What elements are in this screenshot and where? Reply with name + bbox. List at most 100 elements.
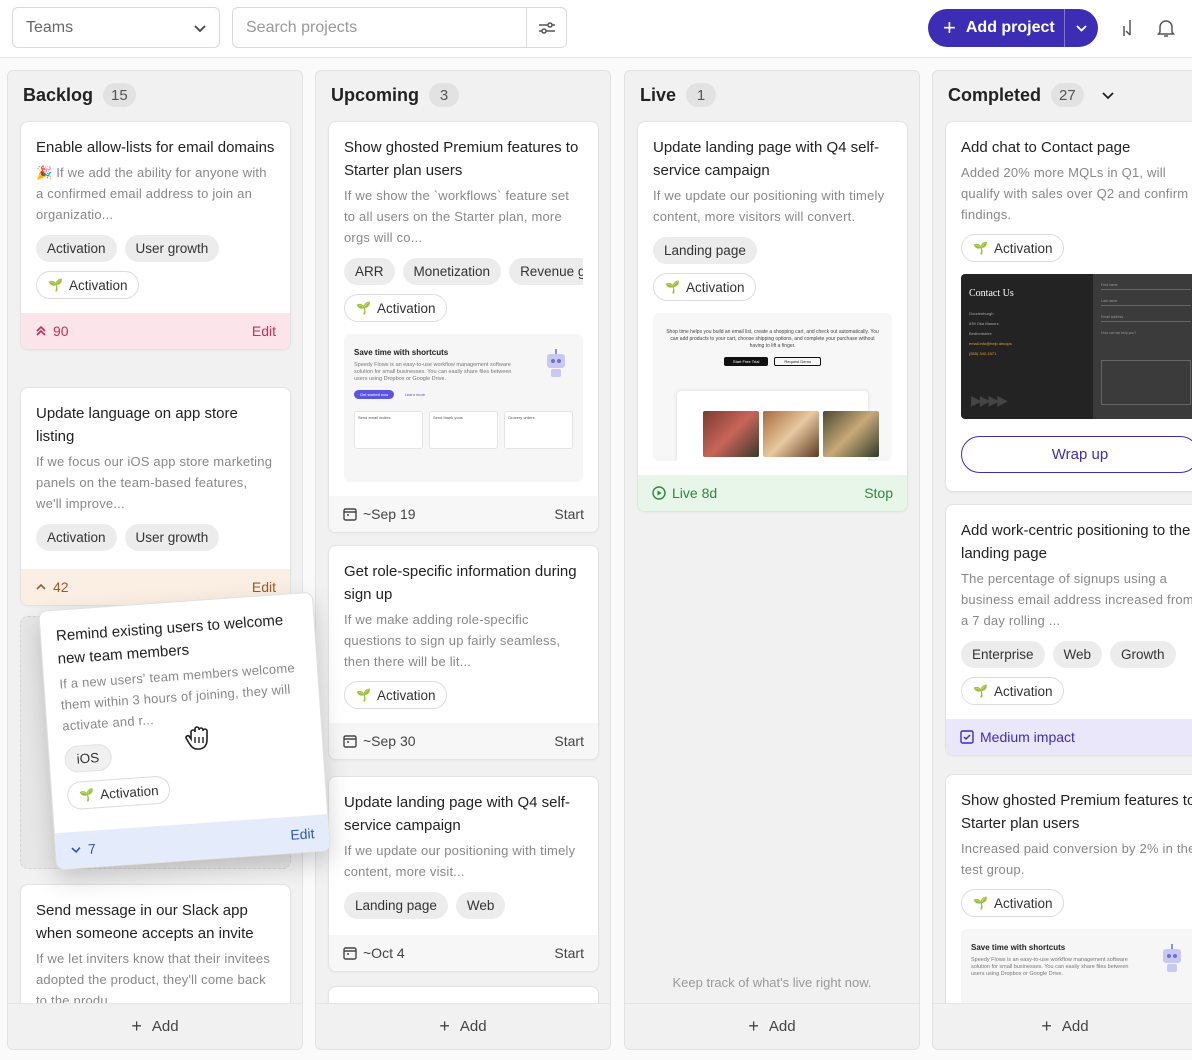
tag[interactable]: Growth xyxy=(1110,641,1176,668)
goal-tag[interactable]: 🌱 Activation xyxy=(36,271,140,299)
contact-lines: Goodenburgh 539 Oka Manors Bedfordshire … xyxy=(969,309,1014,359)
priority: 7 xyxy=(69,840,96,858)
tag[interactable]: Web xyxy=(455,892,506,919)
date-label: ~Oct 4 xyxy=(363,945,405,961)
contact-form: First name Last name Email address How c… xyxy=(1093,274,1192,419)
column-backlog: Backlog 15 Enable allow-lists for email … xyxy=(7,70,303,1050)
grab-cursor-icon xyxy=(182,720,216,754)
priority: 42 xyxy=(35,579,69,595)
add-project-menu-button[interactable] xyxy=(1064,9,1098,47)
wrap-up-button[interactable]: Wrap up xyxy=(961,436,1192,473)
add-card-label: Add xyxy=(459,1018,487,1035)
goal-tag[interactable]: 🌱 Activation xyxy=(344,681,448,709)
project-card[interactable]: Show ghosted Premium features to Starter… xyxy=(945,774,1192,1014)
add-project-label: Add project xyxy=(965,19,1055,36)
edit-link[interactable]: Edit xyxy=(252,323,276,339)
add-project-button[interactable]: + Add project xyxy=(928,9,1098,47)
column-count: 27 xyxy=(1051,83,1084,107)
add-card-label: Add xyxy=(1061,1018,1089,1035)
card-description: 🎉 If we add the ability for anyone with … xyxy=(36,165,267,222)
tag-list: Activation User growth xyxy=(36,524,275,551)
contact-thumbnail: Contact Us Goodenburgh 539 Oka Manors Be… xyxy=(961,274,1192,419)
add-card-button[interactable]: + Add xyxy=(316,1003,610,1049)
teams-select[interactable]: Teams xyxy=(12,7,220,48)
thumb-box: Send thank yous xyxy=(429,411,498,449)
tag[interactable]: Web xyxy=(1052,641,1103,668)
tag[interactable]: Enterprise xyxy=(961,641,1045,668)
goal-tag[interactable]: 🌱 Activation xyxy=(961,889,1065,917)
thumb-cta: Get started now xyxy=(354,390,395,399)
chevron-down-icon[interactable] xyxy=(1102,87,1114,103)
card-footer: Live 8d Stop xyxy=(638,475,907,511)
sprout-icon: 🌱 xyxy=(78,787,95,803)
goal-tag[interactable]: 🌱 Activation xyxy=(961,234,1065,262)
form-label: First name xyxy=(1101,283,1118,287)
add-card-button[interactable]: + Add xyxy=(625,1003,919,1049)
form-label: Email address xyxy=(1101,315,1124,319)
bell-icon[interactable] xyxy=(1152,14,1180,42)
form-field xyxy=(1101,305,1191,306)
filter-button[interactable] xyxy=(526,8,566,47)
goal-tag[interactable]: 🌱 Activation xyxy=(653,273,757,301)
tag[interactable]: ARR xyxy=(344,258,395,285)
goal-label: Activation xyxy=(993,683,1053,699)
double-chevron-up-icon xyxy=(36,325,46,336)
project-card[interactable]: Enable allow-lists for email domains 🎉 I… xyxy=(20,121,291,350)
stop-link[interactable]: Stop xyxy=(864,485,893,501)
search-box xyxy=(232,7,567,48)
tag[interactable]: User growth xyxy=(124,235,220,262)
contact-line: Bedfordshire xyxy=(969,331,992,336)
card-description: If we focus our iOS app store marketing … xyxy=(36,454,273,511)
shortcuts-thumbnail: Save time with shortcuts Speedy Flows is… xyxy=(961,929,1192,1009)
column-title: Live xyxy=(640,84,677,105)
form-label: Last name xyxy=(1101,299,1118,303)
food-photo xyxy=(763,411,819,457)
edit-link[interactable]: Edit xyxy=(252,579,276,595)
add-project-main[interactable]: + Add project xyxy=(928,9,1064,47)
project-card[interactable]: Update language on app store listing If … xyxy=(20,387,291,606)
goal-tag[interactable]: 🌱 Activation xyxy=(66,775,172,811)
teams-select-value: Teams xyxy=(26,18,74,36)
goal-tag[interactable]: 🌱 Activation xyxy=(961,677,1065,705)
project-card[interactable]: Get role-specific information during sig… xyxy=(328,545,599,760)
start-link[interactable]: Start xyxy=(554,945,584,961)
tag[interactable]: iOS xyxy=(63,743,113,774)
tag-list: ARR Monetization Revenue growth xyxy=(344,258,583,285)
start-link[interactable]: Start xyxy=(554,506,584,522)
priority-score: 42 xyxy=(53,579,69,595)
project-card[interactable]: Add work-centric positioning to the land… xyxy=(945,504,1192,756)
shortcuts-thumbnail: Save time with shortcuts Speedy Flows is… xyxy=(344,334,583,482)
card-description: If we update our positioning with timely… xyxy=(653,188,885,224)
goal-tag[interactable]: 🌱 Activation xyxy=(344,294,448,322)
edit-link[interactable]: Edit xyxy=(290,825,315,843)
card-title: Update landing page with Q4 self-service… xyxy=(653,139,879,179)
sprout-icon: 🌱 xyxy=(973,241,988,255)
tag[interactable]: Landing page xyxy=(653,237,757,264)
project-card[interactable]: Update landing page with Q4 self-service… xyxy=(328,776,599,972)
column-header: Backlog 15 xyxy=(23,83,136,107)
add-card-button[interactable]: + Add xyxy=(933,1003,1192,1049)
tag[interactable]: User growth xyxy=(124,524,220,551)
add-card-button[interactable]: + Add xyxy=(8,1003,302,1049)
goal-label: Activation xyxy=(376,687,436,703)
project-card[interactable]: Update landing page with Q4 self-service… xyxy=(637,121,908,512)
tag[interactable]: Monetization xyxy=(402,258,502,285)
thumb-window xyxy=(677,391,879,461)
start-link[interactable]: Start xyxy=(554,733,584,749)
project-card[interactable]: Show ghosted Premium features to Starter… xyxy=(328,121,599,533)
search-input[interactable] xyxy=(233,8,526,47)
card-footer: ~Oct 4 Start xyxy=(329,935,598,971)
tag[interactable]: Landing page xyxy=(344,892,448,919)
sort-icon[interactable] xyxy=(1114,14,1142,42)
tag[interactable]: Activation xyxy=(36,524,117,551)
project-card[interactable]: Add chat to Contact page Added 20% more … xyxy=(945,121,1192,492)
goal-label: Activation xyxy=(685,279,745,295)
card-title: Send message in our Slack app when someo… xyxy=(36,902,254,942)
sprout-icon: 🌱 xyxy=(356,301,371,315)
robot-icon xyxy=(1163,944,1181,972)
plus-icon: + xyxy=(439,1016,450,1036)
card-description: If we show the `workflows` feature set t… xyxy=(344,188,570,245)
tag[interactable]: Activation xyxy=(36,235,117,262)
project-card[interactable]: Send message in our Slack app when someo… xyxy=(20,884,291,1009)
tag[interactable]: Revenue growth xyxy=(509,258,583,285)
